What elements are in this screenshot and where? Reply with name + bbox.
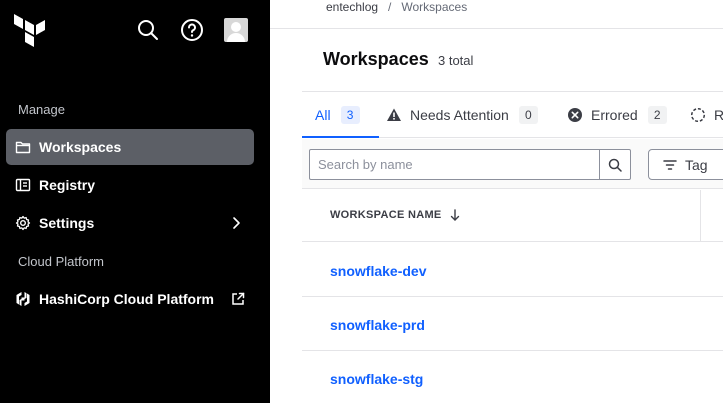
tab-label: R	[714, 107, 723, 123]
workspace-link[interactable]: snowflake-dev	[330, 263, 426, 279]
arrow-down-icon[interactable]	[450, 209, 460, 221]
sidebar-item-label: Registry	[39, 177, 96, 193]
sidebar-item-registry[interactable]: Registry	[6, 167, 254, 203]
chevron-right-icon	[228, 215, 244, 231]
breadcrumb: entechlog / Workspaces	[326, 0, 467, 14]
tab-count: 2	[647, 106, 667, 124]
search-box	[309, 149, 631, 180]
search-button[interactable]	[599, 150, 630, 179]
sidebar-item-label: Settings	[39, 215, 95, 231]
tab-errored[interactable]: Errored 2	[567, 92, 667, 138]
registry-icon	[15, 177, 31, 193]
sidebar-item-hashicorp-cloud[interactable]: HashiCorp Cloud Platform	[6, 281, 254, 317]
tabs-bar: All 3 Needs Attention 0 Errored 2 R	[302, 91, 723, 138]
tab-running[interactable]: R	[690, 92, 723, 138]
sidebar-item-settings[interactable]: Settings	[6, 205, 254, 241]
gear-icon	[15, 215, 31, 231]
folder-icon	[15, 139, 31, 155]
terraform-logo[interactable]	[14, 14, 46, 50]
breadcrumb-separator: /	[388, 0, 392, 14]
cloud-platform-section-label: Cloud Platform	[18, 254, 104, 269]
column-header-label: WORKSPACE NAME	[330, 209, 442, 221]
filter-icon	[663, 159, 677, 171]
loading-icon	[690, 107, 706, 123]
tab-all[interactable]: All 3	[315, 92, 360, 138]
tab-count: 3	[340, 106, 360, 124]
tab-label: All	[315, 107, 331, 123]
filter-row: Tag	[302, 139, 723, 189]
main-content: entechlog / Workspaces Workspaces 3 tota…	[270, 0, 723, 403]
tab-label: Needs Attention	[410, 107, 509, 123]
table-header: WORKSPACE NAME	[302, 190, 723, 242]
tab-needs-attention[interactable]: Needs Attention 0	[386, 92, 538, 138]
sidebar: Manage Workspaces Registry Settings Clou…	[0, 0, 270, 403]
header-divider	[270, 28, 723, 29]
workspace-link[interactable]: snowflake-stg	[330, 371, 423, 387]
table-row: snowflake-prd	[302, 297, 723, 351]
table-row: snowflake-stg	[302, 351, 723, 403]
sidebar-item-label: HashiCorp Cloud Platform	[39, 291, 215, 307]
help-icon[interactable]	[180, 18, 204, 42]
external-link-icon	[230, 291, 246, 307]
search-input[interactable]	[310, 150, 599, 179]
table-row: snowflake-dev	[302, 243, 723, 297]
x-circle-icon	[567, 107, 583, 123]
sidebar-item-workspaces[interactable]: Workspaces	[6, 129, 254, 165]
workspace-link[interactable]: snowflake-prd	[330, 317, 425, 333]
search-icon[interactable]	[136, 18, 160, 42]
warning-icon	[386, 107, 402, 123]
tag-filter-label: Tag	[685, 156, 708, 173]
page-title: Workspaces	[323, 49, 429, 69]
hashicorp-icon	[15, 291, 31, 307]
tag-filter-button[interactable]: Tag	[648, 149, 723, 180]
column-header-workspace-name[interactable]: WORKSPACE NAME	[330, 209, 460, 221]
breadcrumb-current: Workspaces	[401, 0, 468, 14]
tab-count: 0	[518, 106, 538, 124]
column-divider	[700, 190, 701, 242]
search-icon	[608, 158, 622, 172]
manage-section-label: Manage	[18, 102, 65, 117]
breadcrumb-org[interactable]: entechlog	[326, 0, 378, 14]
user-avatar[interactable]	[224, 18, 248, 42]
workspace-total-count: 3 total	[438, 53, 474, 68]
tab-label: Errored	[591, 107, 638, 123]
active-tab-indicator	[302, 136, 379, 138]
sidebar-item-label: Workspaces	[39, 139, 122, 155]
